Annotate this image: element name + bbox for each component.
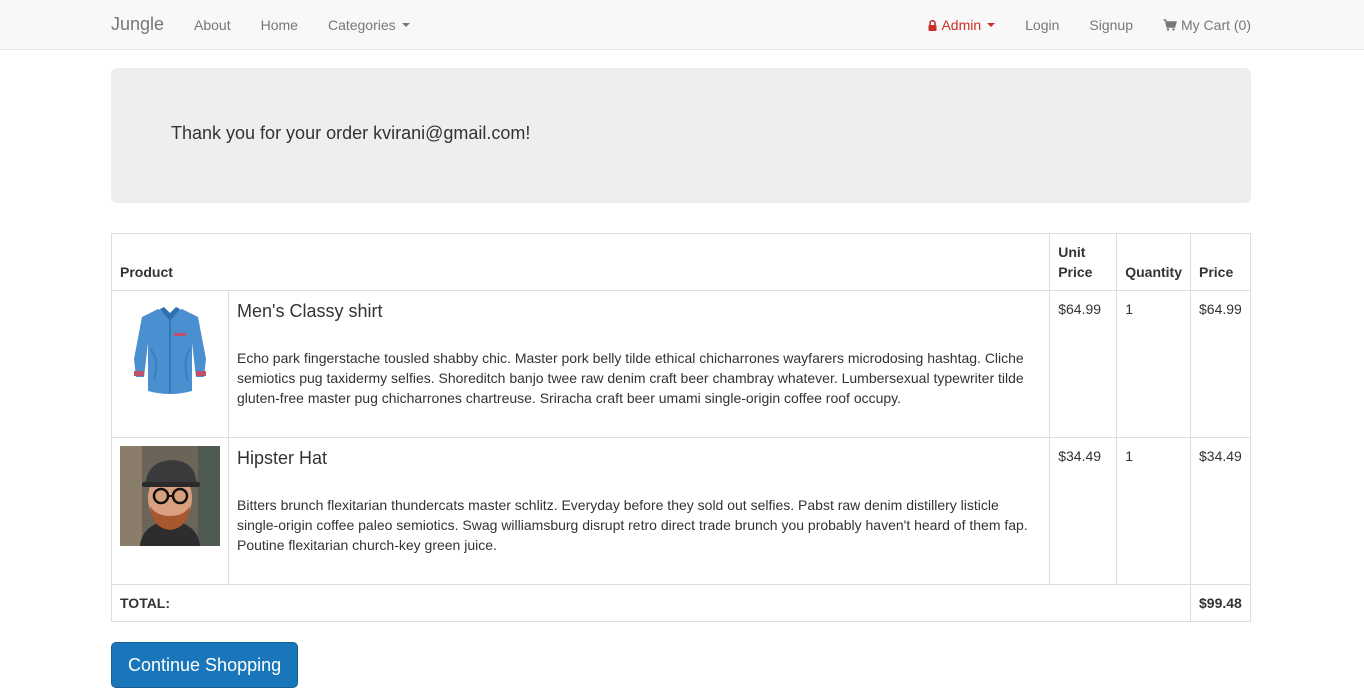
product-image-cell: [111, 437, 229, 585]
top-navbar: Jungle About Home Categories Admin Login…: [0, 0, 1364, 50]
unit-price-cell: $64.99: [1049, 290, 1118, 438]
blue-shirt-image[interactable]: [120, 299, 220, 399]
price-cell: $64.99: [1190, 290, 1251, 438]
price-cell: $34.49: [1190, 437, 1251, 585]
total-row: TOTAL: $99.48: [111, 584, 1251, 622]
order-summary-table: Product Unit Price Quantity Price Men's …: [110, 233, 1251, 622]
unit-price-cell: $34.49: [1049, 437, 1118, 585]
lock-icon: [928, 19, 937, 31]
nav-signup-link[interactable]: Signup: [1074, 0, 1148, 50]
header-price: Price: [1190, 233, 1251, 291]
product-description-cell: Men's Classy shirt Echo park fingerstach…: [227, 290, 1051, 438]
man-in-hat-image[interactable]: [120, 446, 220, 546]
table-row: Men's Classy shirt Echo park fingerstach…: [111, 290, 1251, 438]
total-label: TOTAL:: [111, 584, 1191, 622]
cart-label: My Cart (0): [1181, 17, 1251, 33]
shopping-cart-icon: [1163, 19, 1177, 31]
product-description: Bitters brunch flexitarian thundercats m…: [237, 497, 1028, 553]
nav-categories-dropdown[interactable]: Categories: [313, 0, 425, 50]
admin-label: Admin: [941, 17, 982, 33]
quantity-cell: 1: [1116, 290, 1191, 438]
table-header-row: Product Unit Price Quantity Price: [110, 233, 1251, 291]
nav-login-link[interactable]: Login: [1010, 0, 1074, 50]
nav-cart-link[interactable]: My Cart (0): [1148, 0, 1251, 50]
chevron-down-icon: [987, 23, 996, 27]
order-confirmation-panel: Thank you for your order kvirani@gmail.c…: [111, 68, 1251, 203]
header-unit-price: Unit Price: [1049, 233, 1118, 291]
chevron-down-icon: [401, 23, 410, 27]
product-name: Men's Classy shirt: [237, 301, 383, 321]
total-value: $99.48: [1190, 584, 1251, 622]
nav-home-link[interactable]: Home: [246, 0, 313, 50]
quantity-cell: 1: [1116, 437, 1191, 585]
nav-right: Admin Login Signup My Cart (0): [913, 0, 1251, 50]
product-description-cell: Hipster Hat Bitters brunch flexitarian t…: [227, 437, 1051, 585]
product-description: Echo park fingerstache tousled shabby ch…: [237, 350, 1024, 406]
header-quantity: Quantity: [1116, 233, 1191, 291]
product-name: Hipster Hat: [237, 448, 328, 468]
continue-shopping-button[interactable]: Continue Shopping: [111, 642, 299, 688]
nav-admin-dropdown[interactable]: Admin: [913, 0, 1010, 50]
product-image-cell: [111, 290, 229, 438]
nav-about-link[interactable]: About: [194, 0, 246, 50]
confirmation-message: Thank you for your order kvirani@gmail.c…: [171, 123, 531, 143]
header-product: Product: [110, 233, 1051, 291]
table-row: Hipster Hat Bitters brunch flexitarian t…: [111, 437, 1251, 585]
categories-label: Categories: [327, 17, 396, 33]
nav-left: About Home Categories: [194, 0, 425, 50]
brand-link[interactable]: Jungle: [111, 14, 164, 35]
